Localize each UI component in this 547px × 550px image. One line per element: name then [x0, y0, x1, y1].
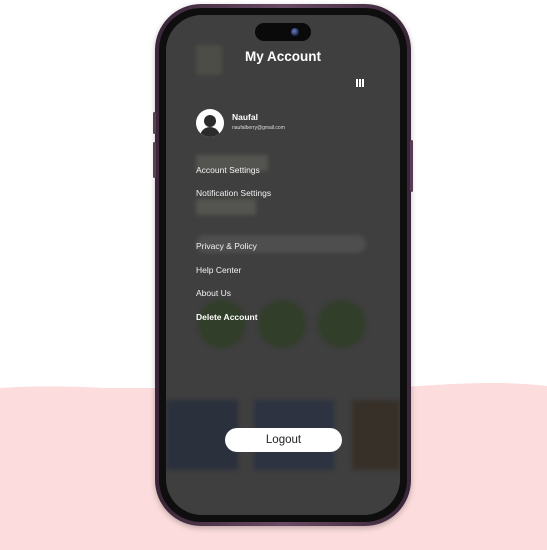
phone-volume-button	[153, 142, 156, 178]
logout-button[interactable]: Logout	[225, 428, 342, 452]
menu-item-about-us[interactable]: About Us	[196, 288, 231, 298]
menu-item-delete-account[interactable]: Delete Account	[196, 312, 258, 322]
phone-screen: My Account Naufal naufalberry@gmail.com …	[166, 15, 400, 515]
user-name: Naufal	[232, 112, 258, 122]
user-avatar-icon[interactable]	[196, 109, 224, 137]
menu-item-help-center[interactable]: Help Center	[196, 265, 241, 275]
user-email: naufalberry@gmail.com	[232, 125, 285, 131]
dynamic-island	[255, 23, 311, 41]
camera-icon	[291, 28, 299, 36]
triple-bar-icon[interactable]	[356, 79, 365, 87]
menu-item-account-settings[interactable]: Account Settings	[196, 165, 260, 175]
menu-item-notification-settings[interactable]: Notification Settings	[196, 188, 271, 198]
phone-power-button	[410, 140, 413, 192]
page-title: My Account	[244, 49, 321, 64]
menu-item-privacy-policy[interactable]: Privacy & Policy	[196, 241, 257, 251]
phone-side-button	[153, 112, 156, 134]
